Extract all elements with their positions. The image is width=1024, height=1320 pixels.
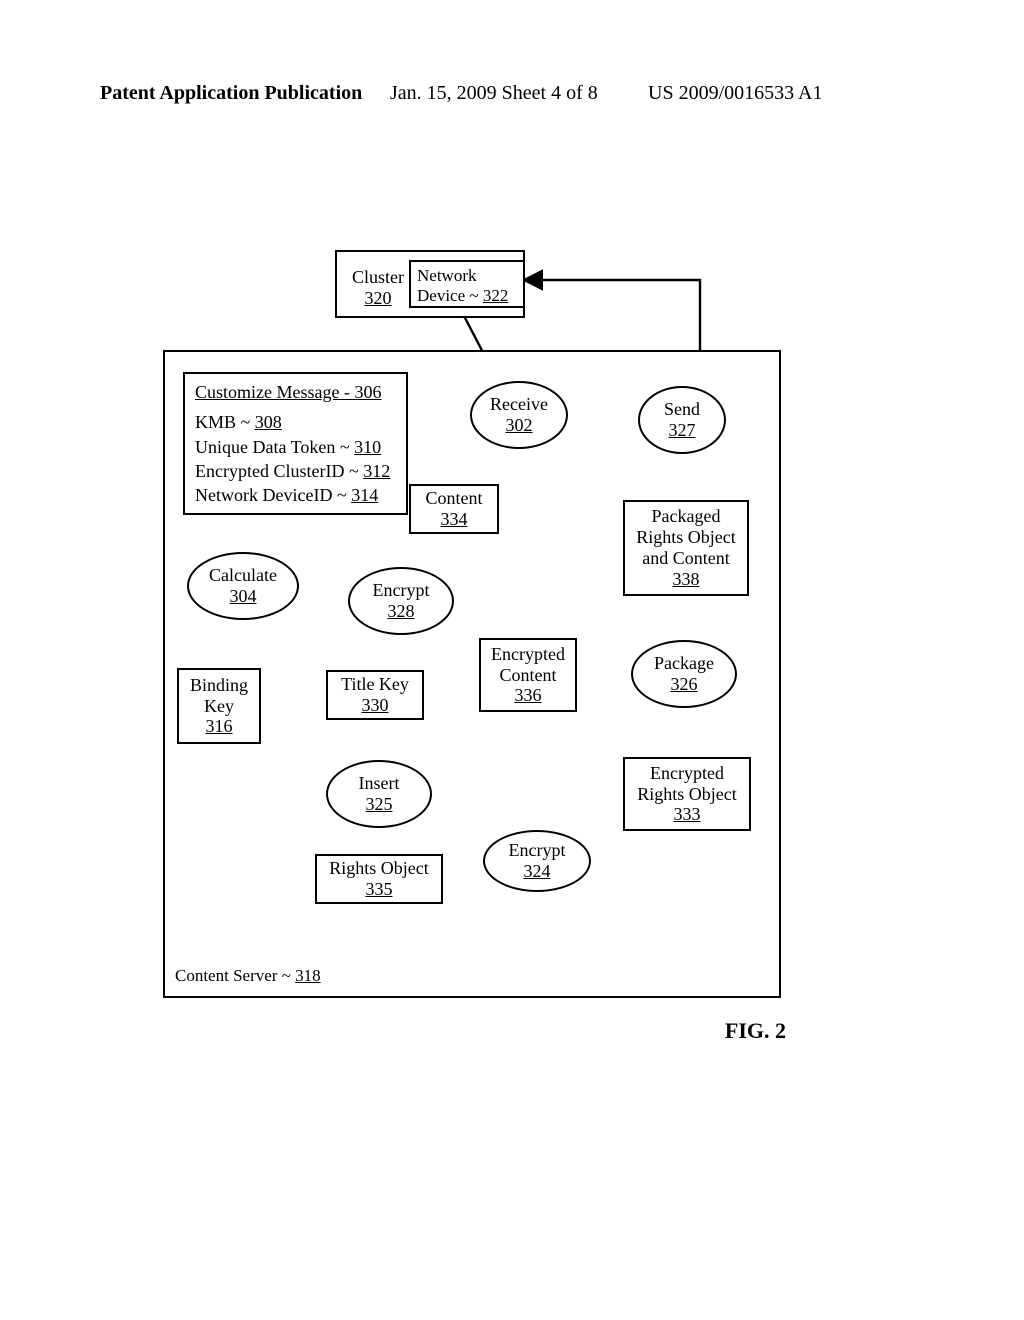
send-label: Send — [664, 399, 700, 420]
package-label: Package — [654, 653, 714, 674]
encrypted-content-box: Encrypted Content 336 — [479, 638, 577, 712]
network-device-box: Network Device ~ 322 — [409, 260, 525, 308]
binding-key-ref: 316 — [206, 716, 233, 737]
cluster-ref: 320 — [343, 288, 413, 309]
encrypt-main-label: Encrypt — [373, 580, 430, 601]
packaged-output-box: Packaged Rights Object and Content 338 — [623, 500, 749, 596]
content-server-ref: 318 — [295, 966, 321, 985]
encrypt-ro-label: Encrypt — [509, 840, 566, 861]
binding-key-l1: Binding — [190, 675, 248, 696]
network-device-ref: 322 — [483, 286, 509, 305]
figure-diagram: Cluster 320 Network Device ~ 322 Content… — [163, 250, 783, 1030]
binding-key-box: Binding Key 316 — [177, 668, 261, 744]
kmb-ref: 308 — [255, 412, 282, 432]
enc-rights-l2: Rights Object — [637, 784, 737, 805]
packaged-l1: Packaged — [652, 506, 721, 527]
content-server-prefix: Content Server ~ — [175, 966, 295, 985]
send-ref: 327 — [669, 420, 696, 441]
header-left: Patent Application Publication — [100, 82, 362, 105]
ndid-pre: Network DeviceID ~ — [195, 485, 351, 505]
enc-content-l2: Content — [500, 665, 557, 686]
cluster-label: Cluster — [343, 267, 413, 288]
header-center: Jan. 15, 2009 Sheet 4 of 8 — [390, 82, 598, 105]
network-device-prefix: Network Device ~ — [417, 266, 483, 305]
ndid-ref: 314 — [351, 485, 378, 505]
token-pre: Unique Data Token ~ — [195, 437, 354, 457]
insert-ref: 325 — [366, 794, 393, 815]
enc-rights-ref: 333 — [674, 804, 701, 825]
ecid-ref: 312 — [363, 461, 390, 481]
calculate-ellipse: Calculate 304 — [187, 552, 299, 620]
encrypt-main-ref: 328 — [388, 601, 415, 622]
title-key-ref: 330 — [362, 695, 389, 716]
insert-label: Insert — [359, 773, 400, 794]
enc-content-ref: 336 — [515, 685, 542, 706]
encrypt-ro-ref: 324 — [524, 861, 551, 882]
customize-title-ref: 306 — [354, 382, 381, 402]
rights-object-ref: 335 — [366, 879, 393, 900]
content-label: Content — [426, 488, 483, 509]
content-box: Content 334 — [409, 484, 499, 534]
ecid-pre: Encrypted ClusterID ~ — [195, 461, 363, 481]
packaged-ref: 338 — [673, 569, 700, 590]
enc-content-l1: Encrypted — [491, 644, 565, 665]
receive-ellipse: Receive 302 — [470, 381, 568, 449]
receive-label: Receive — [490, 394, 548, 415]
receive-ref: 302 — [506, 415, 533, 436]
title-key-box: Title Key 330 — [326, 670, 424, 720]
rights-object-box: Rights Object 335 — [315, 854, 443, 904]
figure-caption: FIG. 2 — [725, 1018, 786, 1044]
package-ref: 326 — [671, 674, 698, 695]
customize-title-pre: Customize Message - — [195, 382, 354, 402]
package-ellipse: Package 326 — [631, 640, 737, 708]
rights-object-label: Rights Object — [329, 858, 429, 879]
header-right: US 2009/0016533 A1 — [648, 82, 822, 105]
calculate-label: Calculate — [209, 565, 277, 586]
binding-key-l2: Key — [204, 696, 234, 717]
packaged-l3: and Content — [642, 548, 730, 569]
packaged-l2: Rights Object — [636, 527, 736, 548]
send-ellipse: Send 327 — [638, 386, 726, 454]
encrypted-rights-box: Encrypted Rights Object 333 — [623, 757, 751, 831]
kmb-pre: KMB ~ — [195, 412, 255, 432]
title-key-label: Title Key — [341, 674, 409, 695]
enc-rights-l1: Encrypted — [650, 763, 724, 784]
calculate-ref: 304 — [230, 586, 257, 607]
content-ref: 334 — [441, 509, 468, 530]
insert-ellipse: Insert 325 — [326, 760, 432, 828]
customize-message-box: Customize Message - 306 KMB ~ 308 Unique… — [183, 372, 408, 515]
encrypt-ro-ellipse: Encrypt 324 — [483, 830, 591, 892]
encrypt-main-ellipse: Encrypt 328 — [348, 567, 454, 635]
token-ref: 310 — [354, 437, 381, 457]
